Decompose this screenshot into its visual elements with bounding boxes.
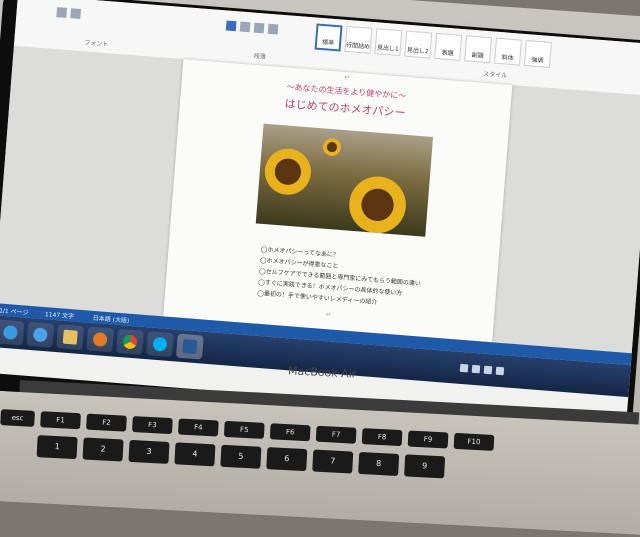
sunflower-image [259, 143, 316, 200]
document-page[interactable]: ～あなたの生活をより健やかに～ はじめてのホメオパシー ◯ホメオパシーってなあに… [163, 59, 513, 343]
align-left-icon[interactable] [225, 20, 237, 32]
key-f5[interactable]: F5 [223, 420, 265, 439]
taskbar-ie[interactable] [26, 321, 55, 348]
align-center-icon[interactable] [239, 21, 251, 33]
key-1[interactable]: 1 [36, 435, 78, 460]
styles-group-label: スタイル [482, 70, 508, 80]
style-normal[interactable]: 標準 [314, 23, 343, 52]
taskbar-word[interactable] [175, 333, 204, 360]
taskbar-media[interactable] [86, 326, 115, 353]
sunflower-photo [255, 123, 434, 237]
paragraph-mark-icon: ↵ [344, 73, 350, 82]
key-f6[interactable]: F6 [269, 423, 311, 442]
skype-icon [152, 336, 168, 352]
style-title[interactable]: 表題 [434, 32, 463, 61]
paragraph-mark-icon: ↵ [325, 311, 332, 319]
document-area: ～あなたの生活をより健やかに～ はじめてのホメオパシー ◯ホメオパシーってなあに… [0, 45, 640, 354]
internet-explorer-icon [32, 327, 48, 343]
volume-icon[interactable] [483, 365, 493, 375]
key-esc[interactable]: esc [0, 409, 35, 427]
chrome-icon [122, 334, 138, 350]
key-9[interactable]: 9 [404, 454, 446, 479]
network-icon[interactable] [471, 364, 481, 374]
style-strong[interactable]: 強調 [523, 39, 552, 68]
key-3[interactable]: 3 [128, 439, 170, 464]
line-spacing-icon[interactable] [267, 23, 279, 35]
key-f4[interactable]: F4 [177, 418, 219, 437]
taskbar-explorer[interactable] [56, 324, 85, 351]
laptop-screen: フォント 段落 スタイル 標準 行間詰め 見出し1 見出し2 表題 副題 斜体 … [0, 0, 640, 424]
align-right-icon[interactable] [253, 22, 265, 34]
start-button[interactable] [0, 319, 25, 346]
key-6[interactable]: 6 [266, 447, 308, 472]
battery-icon[interactable] [495, 366, 505, 376]
key-f8[interactable]: F8 [361, 428, 403, 447]
key-2[interactable]: 2 [82, 437, 124, 462]
media-player-icon [92, 331, 108, 348]
style-heading2[interactable]: 見出し2 [404, 30, 433, 59]
key-f1[interactable]: F1 [40, 411, 81, 430]
style-heading1[interactable]: 見出し1 [374, 28, 403, 57]
windows-logo-icon [2, 324, 18, 340]
sunflower-image [343, 170, 412, 237]
word-icon [182, 339, 198, 355]
key-8[interactable]: 8 [358, 451, 400, 476]
key-f3[interactable]: F3 [132, 416, 173, 435]
folder-icon [62, 329, 78, 345]
style-no-spacing[interactable]: 行間詰め [344, 25, 373, 54]
key-f10[interactable]: F10 [453, 432, 495, 451]
sunflower-image [321, 136, 343, 158]
font-group-label: フォント [84, 39, 109, 49]
key-4[interactable]: 4 [174, 442, 216, 467]
style-emphasis[interactable]: 斜体 [494, 37, 522, 66]
tray-icon[interactable] [459, 363, 469, 373]
key-7[interactable]: 7 [312, 449, 354, 474]
paragraph-group-label: 段落 [253, 52, 267, 61]
taskbar-skype[interactable] [146, 331, 174, 358]
bold-icon[interactable] [56, 7, 68, 18]
style-subtitle[interactable]: 副題 [464, 35, 493, 64]
italic-icon[interactable] [70, 8, 82, 19]
key-5[interactable]: 5 [220, 444, 262, 469]
key-f9[interactable]: F9 [407, 430, 449, 449]
taskbar-chrome[interactable] [116, 328, 144, 355]
key-f2[interactable]: F2 [86, 413, 127, 432]
key-f7[interactable]: F7 [315, 425, 357, 444]
